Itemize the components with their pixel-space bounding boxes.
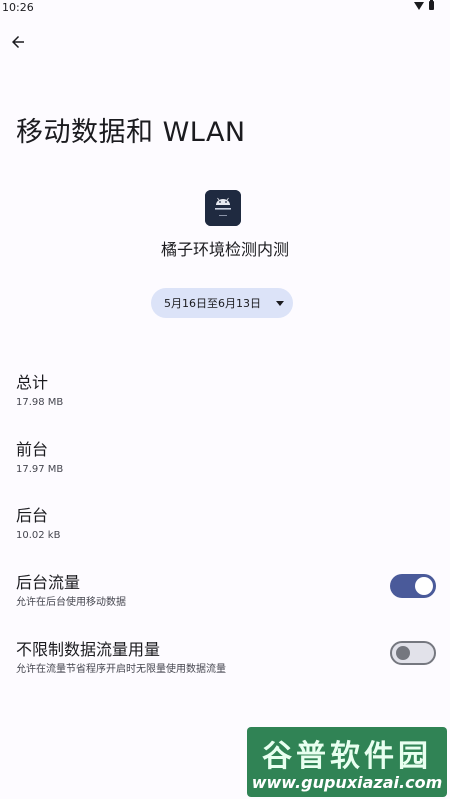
status-icons bbox=[414, 0, 434, 10]
app-name: 橘子环境检测内测 bbox=[160, 240, 289, 259]
date-range-selector[interactable]: 5月16日至6月13日 bbox=[151, 288, 293, 318]
usage-background-value: 10.02 kB bbox=[16, 530, 61, 541]
usage-background: 后台 10.02 kB bbox=[16, 502, 60, 541]
date-range-label: 5月16日至6月13日 bbox=[164, 297, 261, 310]
screen: 10:26 移动数据和 WLAN 橘子环境检测内测 5月16日至6月13日 总计… bbox=[0, 0, 450, 799]
switch-thumb bbox=[396, 646, 410, 660]
background-data-row[interactable]: 后台流量 允许在后台使用移动数据 bbox=[0, 569, 450, 621]
unrestricted-data-title: 不限制数据流量用量 bbox=[16, 640, 161, 659]
status-time: 10:26 bbox=[2, 1, 34, 14]
background-data-subtitle: 允许在后台使用移动数据 bbox=[16, 597, 126, 608]
usage-foreground-label: 前台 bbox=[16, 440, 49, 459]
unrestricted-data-switch[interactable] bbox=[390, 641, 436, 665]
unrestricted-data-row[interactable]: 不限制数据流量用量 允许在流量节省程序开启时无限量使用数据流量 bbox=[0, 636, 450, 688]
background-data-title: 后台流量 bbox=[16, 573, 81, 592]
page-title: 移动数据和 WLAN bbox=[16, 117, 246, 148]
app-icon bbox=[205, 190, 241, 226]
battery-icon bbox=[429, 0, 434, 10]
usage-total-label: 总计 bbox=[16, 373, 49, 392]
unrestricted-data-subtitle: 允许在流量节省程序开启时无限量使用数据流量 bbox=[16, 664, 226, 675]
background-data-switch[interactable] bbox=[390, 574, 436, 598]
arrow-back-icon bbox=[12, 36, 24, 48]
switch-thumb bbox=[415, 577, 433, 595]
usage-foreground: 前台 17.97 MB bbox=[16, 436, 63, 475]
watermark-brand: 谷普软件园 bbox=[262, 739, 432, 774]
back-button[interactable] bbox=[6, 30, 30, 54]
status-bar: 10:26 bbox=[0, 0, 450, 16]
watermark-url: www.gupuxiazai.com bbox=[251, 773, 443, 792]
usage-foreground-value: 17.97 MB bbox=[16, 464, 64, 475]
usage-total-value: 17.98 MB bbox=[16, 397, 64, 408]
android-robot-icon bbox=[205, 190, 241, 226]
wifi-icon bbox=[414, 1, 424, 10]
watermark-logo: 谷普软件园 www.gupuxiazai.com bbox=[247, 727, 447, 797]
usage-total: 总计 17.98 MB bbox=[16, 369, 63, 408]
usage-background-label: 后台 bbox=[16, 506, 49, 525]
dropdown-arrow-icon bbox=[276, 301, 284, 306]
